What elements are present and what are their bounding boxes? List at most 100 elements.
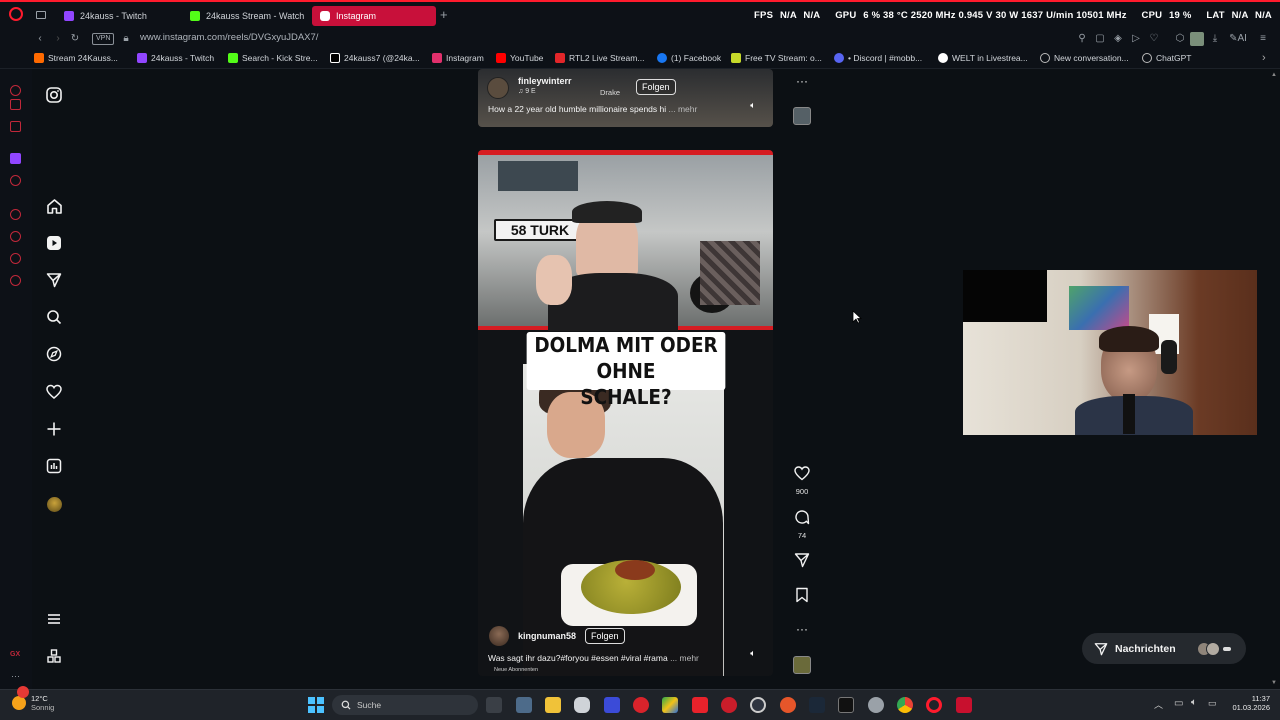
bookmark-item[interactable]: WELT in Livestrea... [938, 53, 1028, 63]
more-link[interactable]: ... mehr [669, 104, 698, 114]
volume-icon[interactable]: 🔈︎ [1191, 697, 1197, 708]
tab-twitch[interactable]: 24kauss - Twitch [56, 6, 174, 26]
gx-corner-icon[interactable] [10, 99, 21, 110]
download-icon[interactable]: ⤓ [1208, 32, 1222, 46]
reel-audio[interactable]: ♫ 9 E [518, 88, 536, 95]
reel-card-previous[interactable]: finleywinterr ♫ 9 E Drake Folgen How a 2… [478, 69, 773, 127]
snapshot-icon[interactable]: ▢ [1093, 32, 1107, 46]
color-app-icon[interactable] [662, 697, 678, 713]
start-button[interactable] [308, 697, 324, 713]
reel-card-current[interactable]: 58 TURK DOLMA MIT ODER OHNE SCHALE? king… [478, 150, 773, 676]
save-button[interactable] [792, 587, 812, 608]
vpn-badge[interactable]: VPN [92, 33, 115, 45]
forward-icon[interactable]: › [51, 32, 65, 46]
firefox-icon[interactable] [780, 697, 796, 713]
steam-icon[interactable] [809, 697, 825, 713]
chrome-icon[interactable] [897, 697, 913, 713]
record-app-icon[interactable] [721, 697, 737, 713]
bookmark-item[interactable]: • Discord | #mobb... [834, 53, 922, 63]
follow-button[interactable]: Folgen [585, 628, 625, 644]
settings-icon[interactable] [868, 697, 884, 713]
extensions-icon[interactable]: ⬡ [1173, 32, 1187, 46]
aria-ai-icon[interactable]: ✎AI [1228, 32, 1248, 46]
aria-icon[interactable] [10, 85, 21, 96]
bookmark-item[interactable]: Free TV Stream: o... [731, 53, 822, 63]
twitch-icon[interactable] [10, 153, 21, 164]
reel-author-avatar[interactable] [487, 77, 509, 99]
comment-button[interactable]: 74 [792, 509, 812, 540]
home-icon[interactable] [44, 196, 64, 216]
history-icon[interactable] [10, 231, 21, 242]
search-icon[interactable] [44, 307, 64, 327]
task-view-icon[interactable] [486, 697, 502, 713]
msi-afterburner-icon[interactable] [692, 697, 708, 713]
clock[interactable]: 11:37 01.03.2026 [1226, 694, 1270, 712]
bookmark-item[interactable]: ChatGPT [1142, 53, 1191, 63]
bookmarks-overflow-icon[interactable]: › [1262, 52, 1266, 64]
calculator-icon[interactable] [516, 697, 532, 713]
notification-badge[interactable] [17, 686, 29, 698]
red-app-icon[interactable] [633, 697, 649, 713]
bookmark-item[interactable]: Search - Kick Stre... [228, 53, 318, 63]
profile-avatar[interactable] [1190, 32, 1204, 46]
mute-icon[interactable]: 🔈︎ [746, 648, 760, 662]
bookmark-item[interactable]: 24kauss - Twitch [137, 53, 214, 63]
new-tab-button[interactable]: + [440, 8, 448, 22]
more-options-icon[interactable]: ··· [792, 622, 812, 636]
more-link[interactable]: ... mehr [670, 653, 699, 663]
obs-icon[interactable] [750, 697, 766, 713]
gx-icon[interactable]: GX [10, 651, 20, 658]
tab-kick[interactable]: 24kauss Stream - Watch L [182, 6, 304, 26]
easy-setup-icon[interactable]: ≡ [1256, 32, 1270, 46]
url-field[interactable]: www.instagram.com/reels/DVGxyuJDAX7/ [140, 32, 318, 43]
heart-icon[interactable]: ♡ [1147, 32, 1161, 46]
more-menu-icon[interactable] [44, 609, 64, 629]
reel-author-avatar[interactable] [489, 626, 509, 646]
youtube-music-icon[interactable] [10, 175, 21, 186]
sidebar-more-icon[interactable]: ··· [11, 671, 20, 681]
taskbar-search-box[interactable]: Suche [332, 695, 478, 715]
player-icon[interactable] [10, 209, 21, 220]
mouse-software-icon[interactable] [574, 697, 590, 713]
dashboard-icon[interactable] [44, 456, 64, 476]
reels-icon[interactable] [44, 233, 64, 253]
profile-avatar[interactable] [44, 494, 64, 514]
pin-icon[interactable]: ⚲ [1075, 32, 1089, 46]
create-icon[interactable] [44, 419, 64, 439]
back-icon[interactable]: ‹ [33, 32, 47, 46]
opera-logo-icon[interactable] [9, 7, 23, 21]
settings-icon[interactable] [10, 275, 21, 286]
lock-icon[interactable]: 🔒︎ [119, 32, 133, 46]
bookmark-item[interactable]: (1) Facebook [657, 53, 721, 63]
tray-overflow-icon[interactable]: ︿ [1154, 698, 1163, 711]
reload-icon[interactable]: ↻ [68, 32, 82, 46]
scrollbar-down-arrow[interactable]: ▼ [1271, 680, 1277, 686]
opera-gx-icon[interactable] [926, 697, 942, 713]
reel-username[interactable]: finleywinterr [518, 76, 572, 86]
reel-caption[interactable]: Was sagt ihr dazu?#foryou #essen #viral … [488, 653, 699, 663]
msi-center-icon[interactable] [956, 697, 972, 713]
extensions-icon[interactable] [10, 253, 21, 264]
direct-icon[interactable] [44, 270, 64, 290]
bookmark-item[interactable]: Stream 24Kauss... [34, 53, 118, 63]
scrollbar-up-arrow[interactable]: ▲ [1271, 72, 1277, 78]
adblock-shield-icon[interactable]: ◈ [1111, 32, 1125, 46]
messages-button[interactable]: Nachrichten [1082, 633, 1246, 664]
follow-button[interactable]: Folgen [636, 79, 676, 95]
instagram-logo-icon[interactable] [44, 85, 64, 105]
tab-workspace-icon[interactable] [36, 11, 46, 19]
network-icon[interactable]: ▭ [1174, 698, 1183, 709]
notifications-icon[interactable] [44, 382, 64, 402]
tab-instagram[interactable]: Instagram [312, 6, 436, 26]
battery-icon[interactable]: ▭ [1208, 698, 1217, 709]
bookmark-item[interactable]: 24kauss7 (@24ka... [330, 53, 420, 63]
bookmark-item[interactable]: YouTube [496, 53, 543, 63]
share-button[interactable] [792, 552, 812, 573]
like-button[interactable]: 900 [792, 466, 812, 496]
bookmark-item[interactable]: RTL2 Live Stream... [555, 53, 644, 63]
more-options-icon[interactable]: ··· [792, 74, 812, 88]
bookmark-item[interactable]: Instagram [432, 53, 484, 63]
explore-icon[interactable] [44, 344, 64, 364]
reel-audio-thumbnail[interactable] [793, 656, 811, 674]
reel-audio-thumbnail[interactable] [793, 107, 811, 125]
